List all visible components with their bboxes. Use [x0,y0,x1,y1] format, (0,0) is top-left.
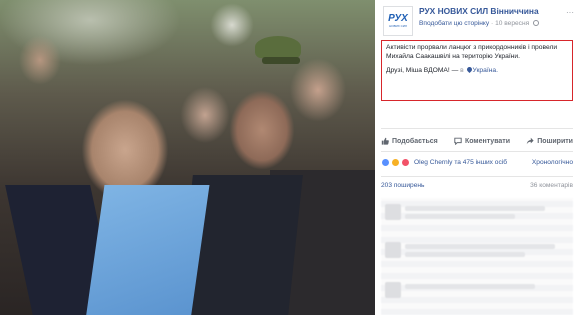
share-button[interactable]: Поширити [526,137,573,145]
divider [381,176,573,177]
post-text-highlight: Активісти прорвали ланцюг з прикордонник… [381,40,573,101]
thumbs-up-icon [381,137,389,145]
logo-text: РУХ [388,13,408,24]
share-arrow-icon [527,137,534,145]
speech-bubble-icon [454,137,462,145]
post-stats: 203 поширень 36 коментарів [381,182,573,189]
like-reaction-icon[interactable] [381,157,390,167]
photo-figure [262,57,300,64]
logo-subtext: НОВИХ СИЛ [389,24,407,28]
comments-count[interactable]: 36 коментарів [530,182,573,189]
shares-count[interactable]: 203 поширень [381,182,424,189]
avatar [385,242,401,258]
chronology-dropdown[interactable]: Хронологічно [532,159,573,166]
haha-reaction-icon[interactable] [391,157,400,167]
like-label: Подобається [392,137,438,145]
action-bar: Подобається Коментувати Поширити [381,134,573,148]
meta-separator: · [491,20,494,27]
like-page-link[interactable]: Вподобати цю сторінку [419,20,489,27]
globe-icon [533,20,540,26]
love-reaction-icon[interactable] [401,157,410,167]
post-text-line2: Друзі, Міша ВДОМА! — в Україна. [386,66,568,76]
comment-label: Коментувати [464,137,511,145]
reactions-summary[interactable]: Oleg Chernly та 475 інших осіб [414,159,507,166]
divider [381,128,573,129]
more-options-icon[interactable]: ··· [566,8,574,17]
divider [381,151,573,152]
share-label: Поширити [537,137,573,145]
comment-placeholder [405,244,555,249]
comment-placeholder [405,214,515,219]
reactions-row: Oleg Chernly та 475 інших осіб Хронологі… [381,156,573,168]
avatar [385,204,401,220]
post-photo[interactable] [0,0,375,315]
comment-button[interactable]: Коментувати [454,137,510,145]
post-date[interactable]: 10 вересня [495,20,529,27]
at-text: в [460,67,464,75]
page-name-link[interactable]: РУХ НОВИХ СИЛ Вінниччина [419,6,539,16]
location-link[interactable]: Україна. [473,67,498,74]
comment-placeholder [405,284,535,289]
photo-figure [255,36,301,58]
pin-icon [465,66,473,74]
post-panel: РУХ НОВИХ СИЛ РУХ НОВИХ СИЛ Вінниччина В… [375,0,580,315]
comments-section [381,198,573,315]
comment-placeholder [405,206,545,211]
like-button[interactable]: Подобається [381,137,438,145]
post-meta: Вподобати цю сторінку · 10 вересня [419,20,540,27]
post-text-prefix: Друзі, Міша ВДОМА! — [386,67,459,75]
photo-figure [85,185,210,315]
avatar [385,282,401,298]
comment-placeholder [405,252,525,257]
page-avatar[interactable]: РУХ НОВИХ СИЛ [383,6,413,36]
post-text: Активісти прорвали ланцюг з прикордонник… [386,44,558,60]
